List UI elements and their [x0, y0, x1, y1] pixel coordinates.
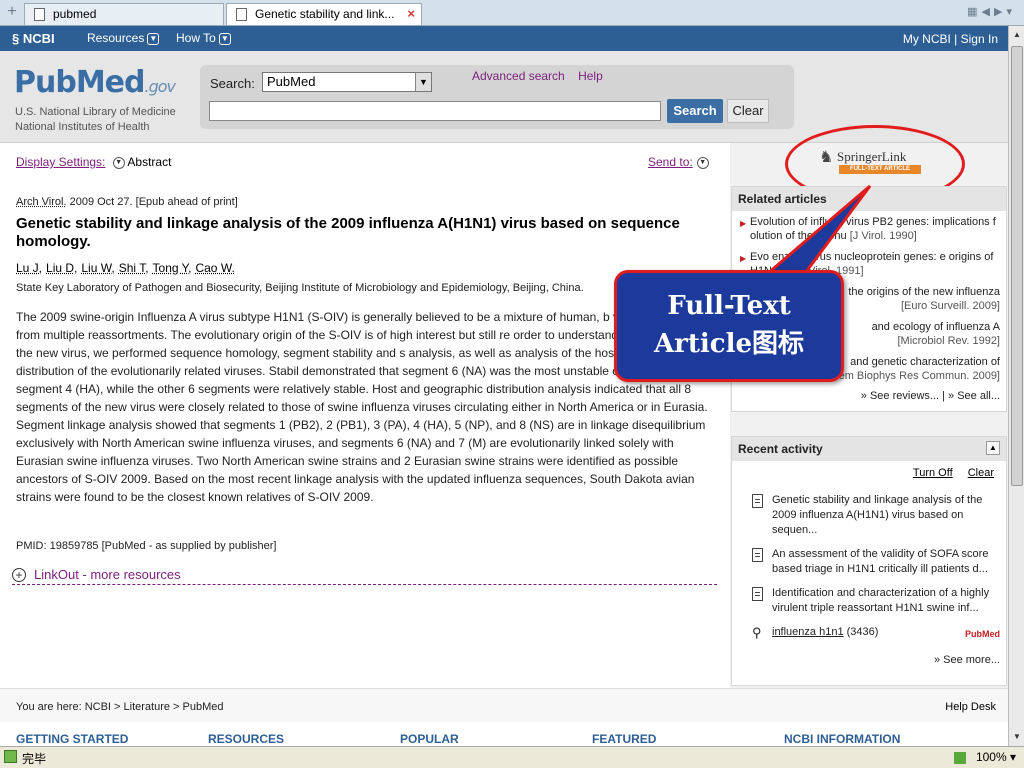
magnifier-icon: ⚲: [752, 625, 762, 640]
send-to-menu[interactable]: Send to: ▼: [648, 155, 709, 169]
springer-horse-icon: ♞: [819, 149, 834, 166]
recent-item[interactable]: Genetic stability and linkage analysis o…: [732, 493, 1006, 538]
chevron-down-icon: ▼: [218, 32, 231, 45]
expand-icon: +: [12, 568, 26, 582]
author-link[interactable]: Tong Y,: [153, 261, 192, 275]
page-icon: [34, 8, 45, 21]
chevron-down-icon: ▼: [147, 32, 160, 45]
clear-history-link[interactable]: Clear: [968, 467, 994, 479]
vertical-scrollbar[interactable]: ▲ ▼: [1008, 26, 1024, 746]
springerlink-fulltext-link[interactable]: ♞ SpringerLink FULL-TEXT ARTICLE: [815, 147, 925, 175]
footer-getting-started[interactable]: GETTING STARTED: [16, 732, 128, 746]
status-bar: 完毕 100% ▾: [0, 746, 1024, 768]
chevron-down-icon: ▼: [112, 156, 125, 169]
footer-ncbi-information[interactable]: NCBI INFORMATION: [784, 732, 900, 746]
search-input[interactable]: [209, 101, 661, 121]
document-icon: [752, 548, 763, 562]
breadcrumb[interactable]: You are here: NCBI > Literature > PubMed: [16, 701, 224, 713]
footer-bar: You are here: NCBI > Literature > PubMed…: [0, 688, 1008, 722]
related-article[interactable]: ▶ Evolution of influen virus PB2 genes: i…: [740, 215, 1000, 243]
right-sidebar: ♞ SpringerLink FULL-TEXT ARTICLE Related…: [730, 125, 1008, 688]
download-icon[interactable]: [953, 751, 966, 764]
advanced-search-link[interactable]: Advanced search: [472, 69, 565, 83]
footer-resources[interactable]: RESOURCES: [208, 732, 284, 746]
page-icon: [236, 8, 247, 21]
recent-item[interactable]: Identification and characterization of a…: [732, 586, 1006, 616]
recent-activity-title: Recent activity: [732, 437, 1006, 461]
author-link[interactable]: Lu J,: [16, 261, 42, 275]
status-right: 100% ▾: [953, 750, 1016, 764]
howto-menu[interactable]: How To ▼: [176, 31, 231, 45]
help-link[interactable]: Help: [578, 69, 603, 83]
journal-link[interactable]: Arch Virol.: [16, 196, 67, 208]
tab-genetic-stability[interactable]: Genetic stability and link... ×: [226, 3, 422, 25]
zoom-level[interactable]: 100%: [976, 750, 1007, 764]
related-articles-title: Related articles: [732, 187, 1006, 211]
page-loaded-icon: [4, 750, 17, 763]
scroll-up-icon[interactable]: ▲: [1011, 28, 1023, 42]
author-list: Lu J, Liu D, Liu W, Shi T, Tong Y, Cao W.: [16, 261, 239, 275]
document-icon: [752, 494, 763, 508]
tab-label: Genetic stability and link...: [255, 7, 395, 21]
clear-button[interactable]: Clear: [727, 99, 769, 123]
author-link[interactable]: Liu W,: [81, 261, 114, 275]
scroll-down-icon[interactable]: ▼: [1011, 730, 1023, 744]
resources-menu[interactable]: Resources ▼: [87, 31, 160, 45]
search-button[interactable]: Search: [667, 99, 723, 123]
display-settings[interactable]: Display Settings: ▼ Abstract: [16, 155, 171, 169]
scroll-thumb[interactable]: [1011, 46, 1023, 486]
dropdown-arrow-icon: ▼: [415, 73, 431, 91]
new-tab-icon[interactable]: +: [4, 4, 20, 20]
main-content: Display Settings: ▼ Abstract Send to: ▼ A…: [0, 143, 730, 648]
affiliation: State Key Laboratory of Pathogen and Bio…: [16, 282, 584, 294]
help-desk-link[interactable]: Help Desk: [945, 701, 996, 713]
author-link[interactable]: Shi T,: [119, 261, 149, 275]
close-tab-icon[interactable]: ×: [407, 6, 415, 21]
footer-featured[interactable]: FEATURED: [592, 732, 656, 746]
see-reviews-all[interactable]: » See reviews... | » See all...: [732, 390, 1006, 402]
tab-label: pubmed: [53, 7, 97, 21]
see-more-link[interactable]: » See more...: [732, 654, 1006, 666]
document-icon: [752, 587, 763, 601]
signin-link[interactable]: My NCBI | Sign In: [903, 32, 998, 46]
author-link[interactable]: Liu D,: [46, 261, 77, 275]
nlm-credit: U.S. National Library of Medicine Nation…: [15, 106, 176, 133]
abstract-text: The 2009 swine-origin Influenza A virus …: [16, 310, 708, 504]
database-select[interactable]: PubMed ▼: [262, 72, 432, 92]
turn-off-link[interactable]: Turn Off: [913, 467, 953, 479]
fulltext-callout: Full-Text Article图标: [614, 270, 844, 382]
search-box: Search: PubMed ▼ Advanced search Help Se…: [200, 65, 794, 129]
linkout-toggle[interactable]: + LinkOut - more resources: [12, 567, 717, 585]
recent-activity-panel: Recent activity ▲ Turn Off Clear Genetic…: [731, 436, 1007, 686]
tab-pubmed[interactable]: pubmed: [24, 3, 224, 25]
author-link[interactable]: Cao W.: [195, 261, 234, 275]
ncbi-logo[interactable]: § NCBI: [12, 31, 55, 46]
citation: Arch Virol. 2009 Oct 27. [Epub ahead of …: [16, 196, 238, 208]
recent-search[interactable]: ⚲ influenza h1n1 (3436) PubMed: [732, 625, 1006, 640]
footer-categories: GETTING STARTED RESOURCES POPULAR FEATUR…: [0, 722, 1008, 746]
bullet-icon: ▶: [740, 254, 747, 263]
search-links: Advanced search Help: [472, 69, 613, 83]
chevron-down-icon: ▼: [696, 156, 709, 169]
status-text: 完毕: [22, 752, 47, 766]
tab-controls[interactable]: ▦◀▶▾: [967, 5, 1016, 18]
recent-item[interactable]: An assessment of the validity of SOFA sc…: [732, 547, 1006, 577]
ncbi-bar: § NCBI Resources ▼ How To ▼ My NCBI | Sign…: [0, 26, 1008, 51]
bullet-icon: ▶: [740, 219, 747, 228]
collapse-icon[interactable]: ▲: [986, 441, 1000, 455]
pmid: PMID: 19859785 [PubMed - as supplied by …: [16, 540, 277, 552]
pubmed-logo[interactable]: PubMed.gov: [14, 65, 176, 100]
browser-tab-bar: + pubmed Genetic stability and link... ×…: [0, 0, 1024, 26]
article-title: Genetic stability and linkage analysis o…: [16, 215, 680, 250]
footer-popular[interactable]: POPULAR: [400, 732, 459, 746]
search-label: Search:: [210, 76, 255, 91]
